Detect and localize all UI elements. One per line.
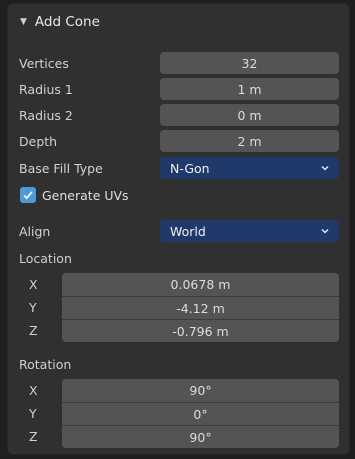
location-y-axis-label: Y xyxy=(29,299,37,315)
location-z-field[interactable]: -0.796 m xyxy=(62,319,339,342)
align-label: Align xyxy=(19,223,51,239)
panel-header[interactable]: ▼ Add Cone xyxy=(8,4,349,40)
vertices-label: Vertices xyxy=(19,55,69,71)
rotation-x-row: X 90° xyxy=(8,379,349,402)
rotation-z-field[interactable]: 90° xyxy=(62,425,339,448)
chevron-down-icon xyxy=(321,165,329,171)
add-cone-panel: ▼ Add Cone Vertices 32 Radius 1 1 m Radi… xyxy=(7,3,350,455)
location-x-field[interactable]: 0.0678 m xyxy=(62,273,339,296)
checkmark-icon xyxy=(23,191,33,200)
rotation-x-axis-label: X xyxy=(29,382,38,398)
radius1-field[interactable]: 1 m xyxy=(160,78,339,100)
radius2-label: Radius 2 xyxy=(19,107,73,123)
vertices-row: Vertices 32 xyxy=(8,52,349,74)
base-fill-label: Base Fill Type xyxy=(19,160,103,176)
radius1-row: Radius 1 1 m xyxy=(8,78,349,100)
location-x-row: X 0.0678 m xyxy=(8,273,349,296)
generate-uvs-checkbox[interactable] xyxy=(20,187,36,203)
depth-label: Depth xyxy=(19,133,58,149)
align-select[interactable]: World xyxy=(160,220,339,242)
rotation-label: Rotation xyxy=(19,356,72,372)
generate-uvs-row: Generate UVs xyxy=(8,184,349,206)
rotation-y-field[interactable]: 0° xyxy=(62,402,339,425)
panel-title: Add Cone xyxy=(34,14,100,30)
radius2-row: Radius 2 0 m xyxy=(8,104,349,126)
rotation-x-field[interactable]: 90° xyxy=(62,379,339,402)
align-value: World xyxy=(170,223,206,239)
location-label: Location xyxy=(19,250,72,266)
location-x-axis-label: X xyxy=(29,276,38,292)
generate-uvs-label[interactable]: Generate UVs xyxy=(42,184,129,206)
base-fill-select[interactable]: N-Gon xyxy=(160,157,339,179)
chevron-down-icon xyxy=(321,228,329,234)
location-z-axis-label: Z xyxy=(29,322,38,338)
base-fill-row: Base Fill Type N-Gon xyxy=(8,157,349,179)
vertices-field[interactable]: 32 xyxy=(160,52,339,74)
depth-row: Depth 2 m xyxy=(8,130,349,152)
location-y-field[interactable]: -4.12 m xyxy=(62,296,339,319)
rotation-z-axis-label: Z xyxy=(29,428,38,444)
triangle-down-icon[interactable]: ▼ xyxy=(20,17,27,27)
base-fill-value: N-Gon xyxy=(170,160,210,176)
radius2-field[interactable]: 0 m xyxy=(160,104,339,126)
location-y-row: Y -4.12 m xyxy=(8,296,349,319)
depth-field[interactable]: 2 m xyxy=(160,130,339,152)
location-z-row: Z -0.796 m xyxy=(8,319,349,342)
align-row: Align World xyxy=(8,220,349,242)
rotation-z-row: Z 90° xyxy=(8,425,349,448)
rotation-y-axis-label: Y xyxy=(29,405,37,421)
rotation-y-row: Y 0° xyxy=(8,402,349,425)
radius1-label: Radius 1 xyxy=(19,81,73,97)
